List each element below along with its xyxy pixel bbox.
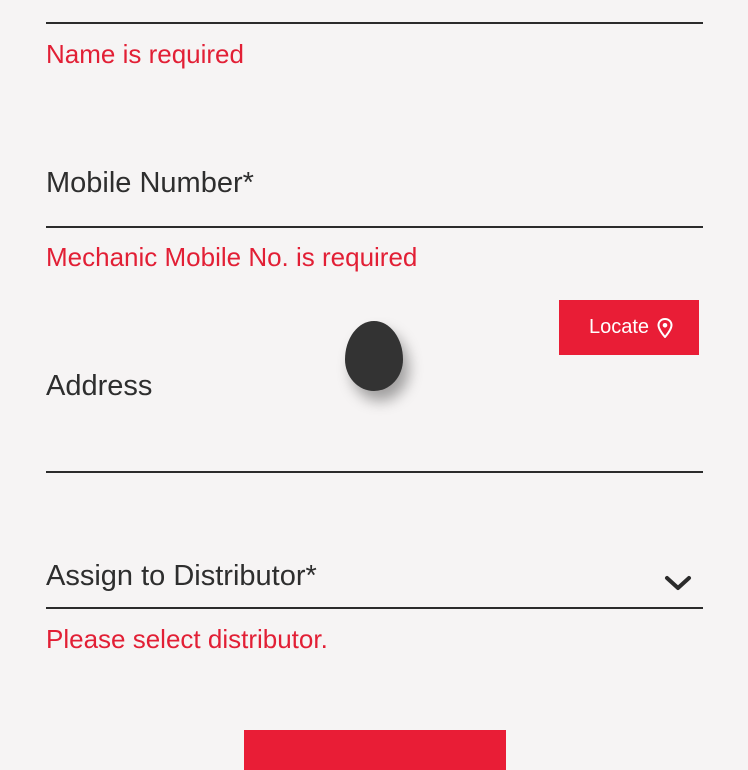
address-label: Address (46, 370, 153, 402)
distributor-select[interactable] (46, 607, 703, 609)
distributor-error: Please select distributor. (46, 624, 328, 654)
distributor-label: Assign to Distributor* (46, 560, 317, 592)
name-field-underline[interactable] (46, 22, 703, 24)
locate-button[interactable]: Locate (559, 300, 699, 355)
locate-button-label: Locate (588, 316, 650, 338)
address-input[interactable] (46, 471, 703, 473)
chevron-down-icon[interactable] (664, 573, 692, 593)
mobile-number-error: Mechanic Mobile No. is required (46, 242, 418, 272)
mobile-number-label: Mobile Number* (46, 167, 254, 199)
mobile-number-input[interactable] (46, 226, 703, 228)
map-pin-icon (657, 317, 673, 338)
touch-indicator (345, 321, 403, 391)
submit-button[interactable] (244, 730, 506, 770)
name-error: Name is required (46, 39, 244, 69)
